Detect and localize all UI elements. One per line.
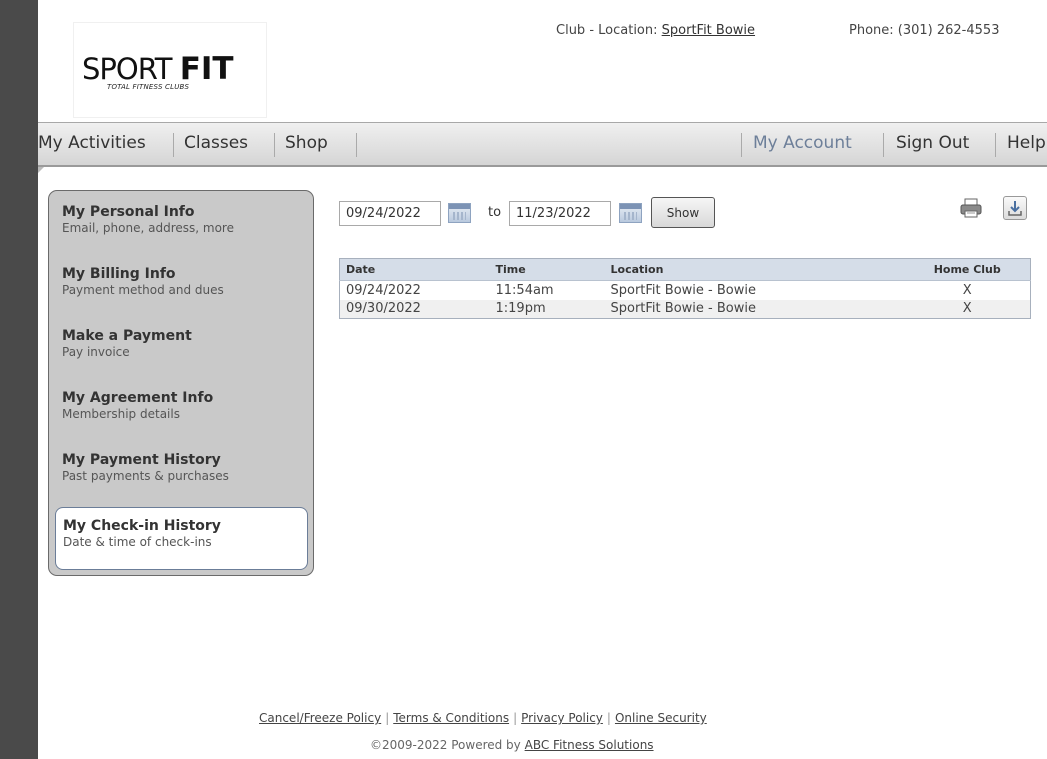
logo-wordmark: SPORT FIT	[82, 51, 234, 87]
nav-classes[interactable]: Classes	[184, 133, 248, 153]
download-icon[interactable]	[1003, 196, 1027, 220]
table-header-row: Date Time Location Home Club	[339, 258, 1031, 281]
sidebar-item-agreement-info[interactable]: My Agreement Info Membership details	[62, 390, 213, 421]
footer-link-privacy[interactable]: Privacy Policy	[521, 711, 603, 725]
club-location-label: Club - Location:	[556, 23, 658, 38]
nav-separator	[995, 133, 996, 157]
logo-word-sport: SPORT	[82, 52, 172, 86]
sidebar-item-title: Make a Payment	[62, 328, 192, 344]
sidebar-item-desc: Past payments & purchases	[62, 469, 229, 483]
sidebar-item-payment-history[interactable]: My Payment History Past payments & purch…	[62, 452, 229, 483]
cell-date: 09/30/2022	[339, 299, 490, 319]
footer-separator: |	[606, 711, 611, 725]
club-location-link[interactable]: SportFit Bowie	[662, 23, 755, 38]
cell-time: 1:19pm	[489, 299, 605, 319]
main-navbar: My Activities Classes Shop My Account Si…	[38, 122, 1047, 167]
nav-separator	[741, 133, 742, 157]
start-date-input[interactable]	[339, 201, 441, 226]
nav-separator	[274, 133, 275, 157]
sidebar-item-title: My Billing Info	[62, 266, 176, 282]
nav-help[interactable]: Help	[1007, 133, 1046, 153]
footer-copyright: ©2009-2022 Powered by ABC Fitness Soluti…	[370, 738, 654, 752]
nav-shop[interactable]: Shop	[285, 133, 328, 153]
nav-separator	[883, 133, 884, 157]
calendar-icon[interactable]	[448, 203, 471, 223]
sidebar-item-billing-info[interactable]: My Billing Info Payment method and dues	[62, 266, 224, 297]
footer-separator: |	[385, 711, 390, 725]
sidebar-item-checkin-history[interactable]: My Check-in History Date & time of check…	[55, 507, 308, 570]
abc-fitness-link[interactable]: ABC Fitness Solutions	[525, 738, 654, 752]
sidebar-item-title: My Check-in History	[63, 518, 221, 534]
sidebar-item-personal-info[interactable]: My Personal Info Email, phone, address, …	[62, 204, 234, 235]
club-phone: Phone: (301) 262-4553	[849, 23, 1000, 38]
sidebar-item-make-payment[interactable]: Make a Payment Pay invoice	[62, 328, 192, 359]
nav-notch	[38, 167, 44, 173]
sportfit-logo[interactable]: SPORT FIT TOTAL FITNESS CLUBS	[73, 22, 267, 118]
column-header-location: Location	[604, 258, 905, 281]
sidebar-item-desc: Date & time of check-ins	[63, 535, 212, 549]
sidebar-item-title: My Payment History	[62, 452, 221, 468]
nav-separator	[173, 133, 174, 157]
left-edge-strip	[0, 0, 38, 759]
checkin-history-table: Date Time Location Home Club 09/24/2022 …	[339, 258, 1031, 319]
date-range-to-label: to	[488, 205, 502, 220]
print-icon[interactable]	[959, 196, 983, 220]
footer-links: Cancel/Freeze Policy | Terms & Conditions |…	[259, 711, 707, 725]
column-header-time: Time	[489, 258, 605, 281]
cell-time: 11:54am	[495, 282, 554, 298]
footer-link-cancel-freeze[interactable]: Cancel/Freeze Policy	[259, 711, 381, 725]
table-row: 09/24/2022 11:54am SportFit Bowie - Bowi…	[340, 281, 1031, 300]
cell-location: SportFit Bowie - Bowie	[610, 282, 756, 298]
logo-word-fit: FIT	[179, 51, 234, 87]
cell-location: SportFit Bowie - Bowie	[604, 299, 905, 319]
calendar-icon[interactable]	[619, 203, 642, 223]
footer-link-online-security[interactable]: Online Security	[615, 711, 707, 725]
end-date-input[interactable]	[509, 201, 611, 226]
copyright-text: ©2009-2022 Powered by	[370, 738, 521, 752]
footer-separator: |	[513, 711, 518, 725]
nav-sign-out[interactable]: Sign Out	[896, 133, 969, 153]
show-button[interactable]: Show	[651, 197, 715, 228]
cell-date: 09/24/2022	[346, 282, 421, 298]
cell-home-club: X	[962, 282, 972, 298]
column-header-date: Date	[339, 258, 490, 281]
logo-tagline: TOTAL FITNESS CLUBS	[107, 83, 190, 91]
sidebar-item-desc: Payment method and dues	[62, 283, 224, 297]
column-header-home-club: Home Club	[904, 258, 1031, 281]
footer-link-terms[interactable]: Terms & Conditions	[393, 711, 509, 725]
sidebar-item-desc: Membership details	[62, 407, 180, 421]
sidebar-item-title: My Personal Info	[62, 204, 195, 220]
sidebar-item-title: My Agreement Info	[62, 390, 214, 406]
sidebar-item-desc: Pay invoice	[62, 345, 130, 359]
nav-separator	[356, 133, 357, 157]
account-sidebar: My Personal Info Email, phone, address, …	[48, 190, 314, 576]
sidebar-item-desc: Email, phone, address, more	[62, 221, 234, 235]
club-location: Club - Location: SportFit Bowie	[556, 23, 755, 38]
table-row: 09/30/2022 1:19pm SportFit Bowie - Bowie…	[339, 299, 1031, 319]
cell-home-club: X	[904, 299, 1031, 319]
nav-my-activities[interactable]: My Activities	[38, 133, 146, 153]
nav-my-account[interactable]: My Account	[753, 133, 852, 153]
